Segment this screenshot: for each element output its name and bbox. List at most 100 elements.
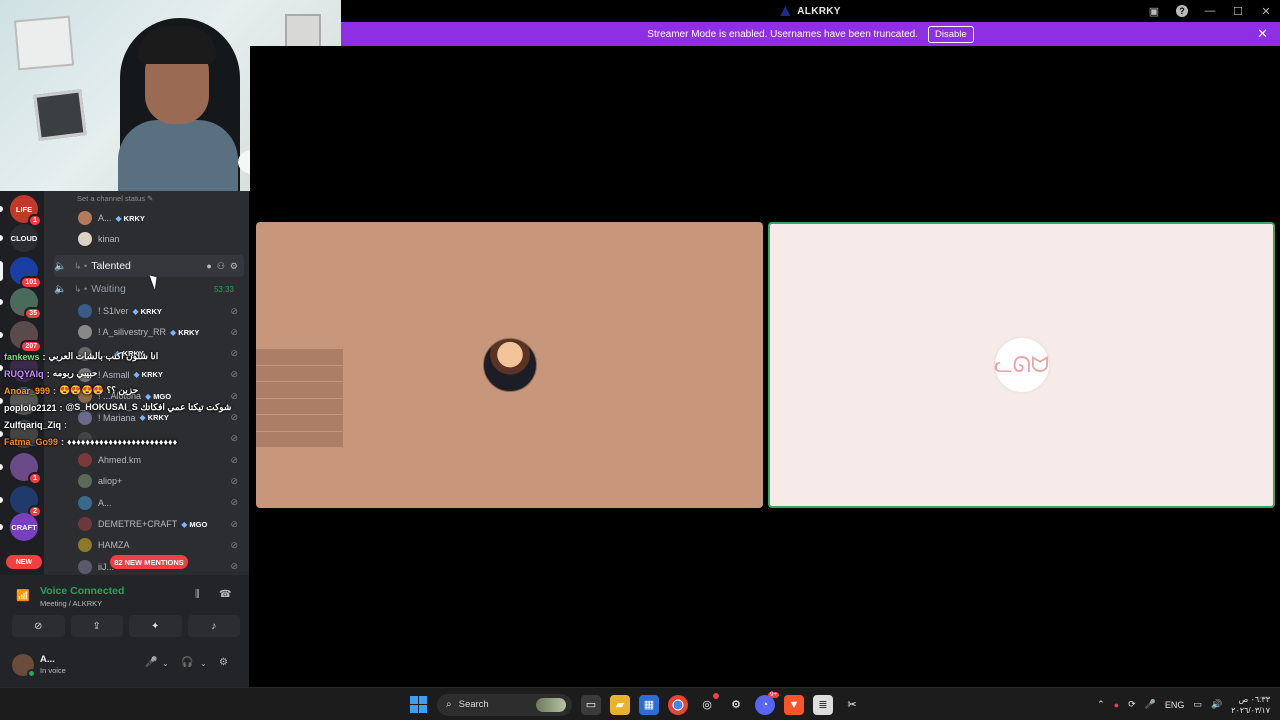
window-title: ALKRKY — [797, 5, 841, 17]
channel-settings-icon[interactable]: ⚙ — [230, 261, 238, 272]
unread-server-pill — [0, 497, 3, 503]
system-tray: ⌃ ● ⟳ 🎤 ENG ▭ 🔊 ٠٦:٣٣ ص ٢٠٢٦/٠٣/١٧ — [1097, 688, 1270, 720]
muted-mic-icon: ⊘ — [230, 454, 238, 465]
brave-icon[interactable]: ▼ — [784, 694, 804, 715]
camera-off-icon[interactable]: ⊘ — [12, 615, 65, 637]
mic-options-chevron-icon[interactable]: ⌄ — [162, 659, 169, 668]
participant-tile[interactable] — [256, 222, 763, 508]
new-mentions-badge[interactable]: 82 NEW MENTIONS — [110, 555, 188, 569]
server-icon[interactable]: 1 — [10, 453, 42, 485]
search-label: Search — [458, 699, 489, 710]
voice-user-row[interactable]: ! S1lver ◆ KRKY ⊘ — [44, 301, 249, 321]
microsoft-store-icon[interactable]: ▦ — [639, 694, 659, 715]
voice-user-row[interactable]: A... ⊘ — [44, 493, 249, 513]
chat-text: @S_HOKUSAI_S شوكت تيكتا عمي افكاتك — [65, 402, 232, 412]
file-explorer-icon[interactable]: ▰ — [610, 694, 630, 715]
taskbar-search[interactable]: ⌕ Search — [437, 693, 572, 716]
server-icon[interactable]: 35 — [10, 288, 42, 320]
chat-text: ♦♦♦♦♦♦♦♦♦♦♦♦♦♦♦♦♦♦♦♦♦♦♦♦ — [67, 436, 178, 447]
disable-streamer-mode-button[interactable]: Disable — [928, 25, 974, 43]
discord-app-icon — [780, 6, 791, 16]
chat-message: Zulfqariq_Ziq: — [0, 416, 250, 433]
input-language[interactable]: ENG — [1165, 700, 1185, 710]
steam-icon[interactable]: ⚙ — [726, 695, 746, 715]
chat-separator: : — [53, 385, 57, 396]
screen-share-icon[interactable]: ⇪ — [70, 615, 123, 637]
voice-channel[interactable]: 🔈 ↳ • Talented ● ⚇ ⚙ — [54, 255, 244, 277]
discord-taskbar-icon[interactable]: ◔ 9+ — [755, 691, 779, 715]
task-view-icon[interactable]: ▭ — [581, 694, 601, 715]
windows-start-icon[interactable] — [408, 695, 428, 715]
voice-channel[interactable]: 🔈 ↳ • Waiting 53:33 — [54, 278, 244, 300]
chat-text: حبيبي ربومه — [52, 368, 98, 378]
tray-app-icon[interactable]: ● — [1114, 700, 1119, 710]
close-banner-icon[interactable]: ✕ — [1257, 26, 1268, 42]
voice-user-row[interactable]: DEMETRE+CRAFT ◆ MGO ⊘ — [44, 514, 249, 534]
active-server-pill — [0, 261, 3, 281]
noise-suppression-icon[interactable]: ⫼ — [195, 589, 200, 600]
tray-overflow-chevron-icon[interactable]: ⌃ — [1097, 699, 1105, 710]
wall-plaque — [33, 89, 87, 141]
cat-avatar-icon: ᓚᘏᗢ — [994, 338, 1049, 392]
channel-prefix-icon: ↳ • — [74, 283, 88, 294]
voice-user-name: A... — [98, 213, 112, 223]
voice-action-buttons: ⊘ ⇪ ✦ ♪ — [12, 615, 240, 637]
minimize-button[interactable]: — — [1196, 0, 1224, 22]
inbox-icon[interactable]: ▣ — [1140, 0, 1168, 22]
help-icon[interactable]: ? — [1168, 0, 1196, 22]
clock-time: ٠٦:٣٣ ص — [1238, 694, 1270, 704]
network-icon[interactable]: ▭ — [1193, 699, 1202, 710]
new-servers-badge[interactable]: NEW — [6, 555, 42, 569]
server-icon[interactable]: 207 — [10, 321, 42, 353]
tray-sync-icon[interactable]: ⟳ — [1128, 699, 1136, 710]
voice-user-row[interactable]: Ahmed.km ⊘ — [44, 450, 249, 470]
unread-server-pill — [0, 235, 3, 241]
server-mention-badge: 1 — [28, 472, 42, 485]
muted-mic-icon: ⊘ — [230, 475, 238, 486]
chat-separator: : — [42, 351, 46, 362]
soundboard-icon[interactable]: ♪ — [187, 615, 240, 637]
activities-icon[interactable]: ✦ — [129, 615, 182, 637]
disconnect-icon[interactable]: ☎ — [219, 589, 231, 600]
tray-mic-icon[interactable]: 🎤 — [1145, 699, 1156, 710]
chat-message: Anoar_999: 😍😍😍😍 حزين ؟؟ — [0, 382, 250, 399]
signal-icon[interactable]: 📶 — [16, 589, 30, 602]
close-window-button[interactable]: ✕ — [1252, 0, 1280, 22]
voice-user-avatar — [78, 517, 92, 531]
chat-separator: : — [46, 368, 50, 379]
user-name[interactable]: A... — [40, 654, 55, 665]
guild-tag: MGO — [189, 519, 208, 529]
voice-user-avatar — [78, 211, 92, 225]
server-icon[interactable]: 2 — [10, 486, 42, 518]
voice-connected-subtitle[interactable]: Meeting / ALKRKY — [40, 599, 102, 608]
chat-bubble-icon[interactable]: ● — [206, 261, 211, 272]
maximize-button[interactable]: ☐ — [1224, 0, 1252, 22]
obs-icon[interactable]: ◎ — [697, 692, 719, 715]
muted-mic-icon: ⊘ — [230, 305, 238, 316]
voice-user-row[interactable]: ! A_silivestry_RR ◆ KRKY ⊘ — [44, 322, 249, 342]
voice-user-row[interactable]: aliop+ ⊘ — [44, 471, 249, 491]
headset-options-chevron-icon[interactable]: ⌄ — [200, 659, 207, 668]
voice-user-avatar — [78, 453, 92, 468]
voice-user-row[interactable]: A... ◆ KRKY — [44, 208, 249, 228]
capcut-icon[interactable]: ✂ — [842, 695, 862, 715]
headset-icon[interactable]: 🎧 — [181, 657, 193, 668]
overlay-stripes — [256, 349, 343, 448]
channel-status-placeholder[interactable]: Set a channel status ✎ — [77, 194, 153, 203]
invite-icon[interactable]: ⚇ — [217, 261, 225, 272]
chrome-icon[interactable] — [668, 694, 688, 715]
participant-tile-speaking[interactable]: ᓚᘏᗢ — [768, 222, 1275, 508]
clock[interactable]: ٠٦:٣٣ ص ٢٠٢٦/٠٣/١٧ — [1231, 694, 1270, 716]
voice-user-row[interactable]: HAMZA ⊘ — [44, 535, 249, 555]
voice-user-name: ! S1lver — [98, 306, 129, 316]
notepad-icon[interactable]: ≣ — [813, 694, 833, 715]
server-icon[interactable]: CRAFT — [10, 513, 38, 541]
server-icon[interactable]: 101 — [10, 257, 42, 289]
voice-user-row[interactable]: kinan — [44, 229, 249, 249]
volume-icon[interactable]: 🔊 — [1211, 699, 1222, 710]
settings-gear-icon[interactable]: ⚙ — [219, 657, 228, 668]
server-icon[interactable]: CLOUD — [10, 224, 38, 252]
server-label: CRAFT — [11, 522, 37, 532]
server-icon[interactable]: LIFE 1 — [10, 195, 42, 227]
microphone-icon[interactable]: 🎤 — [145, 657, 157, 668]
